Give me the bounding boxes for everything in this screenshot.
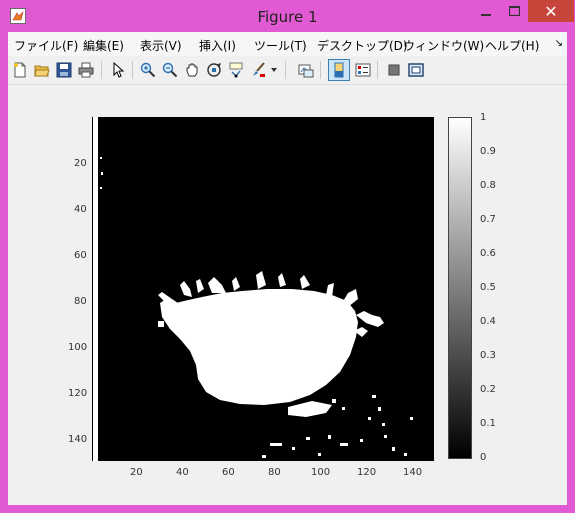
colorbar-icon[interactable] [328, 59, 350, 81]
x-tick-label: 100 [311, 467, 331, 478]
menu-insert[interactable]: 挿入(I) [199, 37, 236, 54]
pointer-icon[interactable] [109, 61, 127, 79]
y-tick-label: 80 [74, 296, 87, 307]
x-tick-label: 80 [268, 467, 281, 478]
zoom-in-icon[interactable] [139, 61, 157, 79]
maximize-button[interactable] [500, 0, 528, 22]
image-axes[interactable] [92, 117, 434, 461]
close-button[interactable]: ✕ [528, 0, 574, 22]
y-tick-label: 100 [68, 342, 88, 353]
x-tick-label: 20 [130, 467, 143, 478]
toolbar-separator [132, 61, 133, 79]
menu-help[interactable]: ヘルプ(H) [485, 37, 539, 54]
colorbar-tick-label: 0.7 [480, 214, 496, 225]
x-tick-label: 40 [176, 467, 189, 478]
new-figure-icon[interactable] [11, 61, 29, 79]
pan-icon[interactable] [183, 61, 201, 79]
y-tick-label: 140 [68, 434, 88, 445]
menu-file[interactable]: ファイル(F) [14, 37, 78, 54]
colorbar-tick-label: 0.4 [480, 316, 496, 327]
menu-overflow-icon[interactable]: ↘ [555, 38, 563, 49]
colorbar-tick-label: 0.2 [480, 384, 496, 395]
menu-view[interactable]: 表示(V) [140, 37, 182, 54]
y-tick-label: 40 [74, 204, 87, 215]
figure-window: Figure 1 ✕ ファイル(F) 編集(E) 表示(V) 挿入(I) ツール… [0, 0, 575, 513]
x-tick-label: 60 [222, 467, 235, 478]
colorbar-tick-label: 0.8 [480, 180, 496, 191]
x-tick-label: 120 [357, 467, 377, 478]
print-icon[interactable] [77, 61, 95, 79]
colorbar-tick-label: 0.3 [480, 350, 496, 361]
menu-bar: ファイル(F) 編集(E) 表示(V) 挿入(I) ツール(T) デスクトップ(… [8, 32, 567, 56]
menu-window[interactable]: ウィンドウ(W) [403, 37, 484, 54]
colorbar-tick-label: 0 [480, 452, 487, 463]
open-file-icon[interactable] [33, 61, 51, 79]
title-bar[interactable]: Figure 1 ✕ [0, 0, 575, 32]
colorbar-tick-label: 0.6 [480, 248, 496, 259]
legend-icon[interactable] [354, 61, 372, 79]
close-icon: ✕ [544, 1, 558, 21]
brush-icon[interactable] [249, 61, 267, 79]
y-tick-label: 60 [74, 250, 87, 261]
data-cursor-icon[interactable] [227, 61, 245, 79]
x-tick-label: 140 [403, 467, 423, 478]
rotate-3d-icon[interactable] [205, 61, 223, 79]
colorbar[interactable] [448, 117, 472, 459]
toolbar-separator [320, 61, 321, 79]
menu-desktop[interactable]: デスクトップ(D) [317, 37, 408, 54]
toolbar-separator [101, 61, 102, 79]
toolbar [8, 56, 567, 85]
segmentation-image [92, 117, 434, 461]
save-icon[interactable] [55, 61, 73, 79]
minimize-button[interactable] [472, 0, 500, 22]
zoom-out-icon[interactable] [161, 61, 179, 79]
menu-tools[interactable]: ツール(T) [254, 37, 307, 54]
client-area: ファイル(F) 編集(E) 表示(V) 挿入(I) ツール(T) デスクトップ(… [8, 32, 567, 505]
show-plot-tools-icon[interactable] [407, 61, 425, 79]
toolbar-separator [285, 61, 286, 79]
menu-edit[interactable]: 編集(E) [83, 37, 124, 54]
figure-canvas: 20 40 60 80 100 120 140 20 40 60 80 100 … [8, 85, 567, 505]
toolbar-separator [377, 61, 378, 79]
hide-plot-tools-icon[interactable] [385, 61, 403, 79]
y-tick-label: 20 [74, 158, 87, 169]
colorbar-tick-label: 0.5 [480, 282, 496, 293]
colorbar-tick-label: 0.1 [480, 418, 496, 429]
colorbar-tick-label: 1 [480, 112, 487, 123]
link-plot-icon[interactable] [297, 61, 315, 79]
y-tick-label: 120 [68, 388, 88, 399]
brush-dropdown-icon[interactable] [269, 61, 279, 79]
colorbar-tick-label: 0.9 [480, 146, 496, 157]
